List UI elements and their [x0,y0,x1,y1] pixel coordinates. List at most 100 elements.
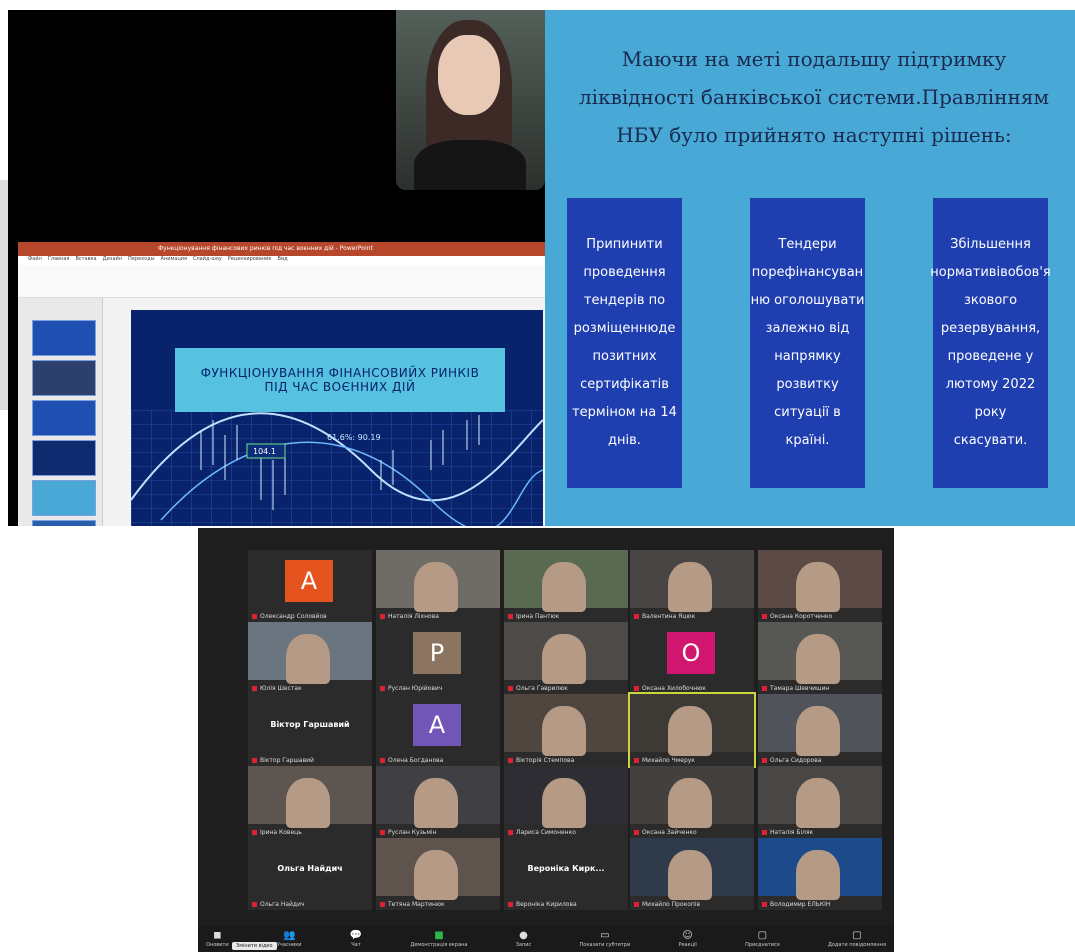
participant-video [630,550,754,612]
participant-video [758,622,882,684]
ppt-tab[interactable]: Вид [277,256,287,265]
participant-name: Тамара Шевчишин [762,685,829,692]
toolbar-button[interactable]: 💬 Чат [350,930,362,948]
participant-name: Юлія Шестак [252,685,302,692]
participant-tile[interactable]: Ірина Пантюк [504,550,628,622]
ppt-tab[interactable]: Рецензирование [228,256,272,265]
slide-title-line1: ФУНКЦІОНУВАННЯ ФІНАНСОВИЙХ РИНКІВ [200,366,480,380]
slide-thumb-6[interactable] [32,520,96,526]
toolbar-button[interactable]: ▢ Додати повідомлення [828,930,886,948]
participant-tile[interactable]: Ірина Ковець [248,766,372,838]
participant-tile[interactable]: О Оксана Хилобочнюк [630,622,754,694]
ppt-tab[interactable]: Дизайн [103,256,122,265]
participant-tile[interactable]: Оксана Коротченко [758,550,882,622]
participant-name: Руслан Кузьмін [380,829,436,836]
participant-name: Наталія Біляк [762,829,813,836]
toolbar-button[interactable]: 👥 Учасники [277,930,302,948]
toolbar-label: Приєднатися [745,942,780,948]
toolbar-button[interactable]: ■ Демонстрація екрана [410,930,467,948]
participant-video [758,838,882,900]
ppt-slide: 104.1 61.6%: 90.19 ФУНКЦІОНУВАННЯ ФІНАНС… [131,310,543,526]
participant-tile[interactable]: Тетяна Мартинюк [376,838,500,910]
participant-tile[interactable]: Віктор Гаршавий Віктор Гаршавий [248,694,372,766]
participant-tile[interactable]: Михайло Прокопів [630,838,754,910]
participant-name: Ольга Сидорова [762,757,821,764]
participant-tile[interactable]: Валентина Яцюк [630,550,754,622]
participant-name: Ольга Гаврилюк [508,685,568,692]
slide-title: ФУНКЦІОНУВАННЯ ФІНАНСОВИЙХ РИНКІВ ПІД ЧА… [175,348,505,412]
participant-tile[interactable]: Оксана Зайченко [630,766,754,838]
participant-tile[interactable]: Наталія Біляк [758,766,882,838]
participant-tile[interactable]: Р Руслан Юрійович [376,622,500,694]
slide-thumb-5[interactable] [32,480,96,516]
person-silhouette [796,850,840,900]
participant-tile[interactable]: Лариса Симоненко [504,766,628,838]
participant-tile[interactable]: А Олександр Соловйов [248,550,372,622]
participant-tile[interactable]: Тамара Шевчишин [758,622,882,694]
toolbar-button[interactable]: ◼ Оновити [206,930,229,948]
toolbar-button[interactable]: ▭ Показати субтитри [580,930,631,948]
participant-name: Володимир ЕЛЬКІН [762,901,830,908]
person-silhouette [796,706,840,756]
toolbar-button[interactable]: ▢ Приєднатися [745,930,780,948]
person-silhouette [796,634,840,684]
ppt-tab[interactable]: Слайд-шоу [193,256,222,265]
participant-name: Руслан Юрійович [380,685,442,692]
slide-thumb-2[interactable] [32,360,96,396]
participant-video [758,550,882,612]
participant-tile[interactable]: Ольга Сидорова [758,694,882,766]
avatar: А [413,704,461,746]
person-silhouette [668,778,712,828]
participant-tile[interactable]: Наталія Ліхнова [376,550,500,622]
participant-tile[interactable]: Ольга Гаврилюк [504,622,628,694]
person-silhouette [286,778,330,828]
participant-name: Олександр Соловйов [252,613,327,620]
decision-box-3: Збільшення нормативівобов'я зкового резе… [930,198,1051,488]
avatar: Р [413,632,461,674]
slide-thumb-3[interactable] [32,400,96,436]
ppt-tab[interactable]: Главная [48,256,70,265]
toolbar-label: Демонстрація екрана [410,942,468,948]
slide-thumb-1[interactable] [32,320,96,356]
toolbar-icon: ◼ [213,930,222,941]
slide-thumb-4[interactable] [32,440,96,476]
participant-tile[interactable]: Володимир ЕЛЬКІН [758,838,882,910]
ppt-tab[interactable]: Вставка [75,256,96,265]
powerpoint-window: Функціонування фінансових ринків під час… [18,242,545,526]
decision-box-2: Тендери порефінансуван ню оголошувати за… [750,198,865,488]
participant-tile[interactable]: Юлія Шестак [248,622,372,694]
presenter-video [396,10,545,190]
toolbar-icon: 👥 [282,930,296,941]
participant-video [630,694,754,756]
participant-tile[interactable]: Руслан Кузьмін [376,766,500,838]
person-silhouette [668,562,712,612]
ppt-tab[interactable]: Переходы [128,256,155,265]
participant-tile[interactable]: Вікторія Стемпова [504,694,628,766]
participant-name: Оксана Зайченко [634,829,697,836]
participant-tile[interactable]: А Олена Богданова [376,694,500,766]
participant-video [504,622,628,684]
participant-name: Тетяна Мартинюк [380,901,445,908]
participant-display-name: Ольга Найдич [277,864,343,873]
person-silhouette [542,706,586,756]
toolbar-button[interactable]: ● Запис [516,930,532,948]
person-silhouette [286,634,330,684]
decision-box-1: Припинити проведення тендерів по розміще… [567,198,682,488]
participant-tile[interactable]: Вероніка Кирк... Вероніка Кирилова [504,838,628,910]
person-silhouette [796,778,840,828]
ppt-tab[interactable]: Файл [28,256,42,265]
participant-name: Михайло Прокопів [634,901,700,908]
toolbar-label: Запис [515,942,532,948]
participant-name: Лариса Симоненко [508,829,576,836]
toolbar-icon: ▭ [600,930,610,941]
toolbar-button[interactable]: ☺ Реакції [678,930,696,948]
participant-name: Ольга Найдич [252,901,305,908]
participant-tile[interactable]: Ольга Найдич Ольга Найдич [248,838,372,910]
ppt-tab[interactable]: Анимация [161,256,187,265]
participant-tile[interactable]: Михайло Чмерук [628,692,756,768]
person-silhouette [668,850,712,900]
toolbar-icon: ☺ [682,930,693,941]
ppt-ribbon-tabs: Файл Главная Вставка Дизайн Переходы Анимация… [18,256,545,265]
toolbar-label: Додати повідомлення [827,942,886,948]
toolbar-label: Чат [351,942,361,948]
